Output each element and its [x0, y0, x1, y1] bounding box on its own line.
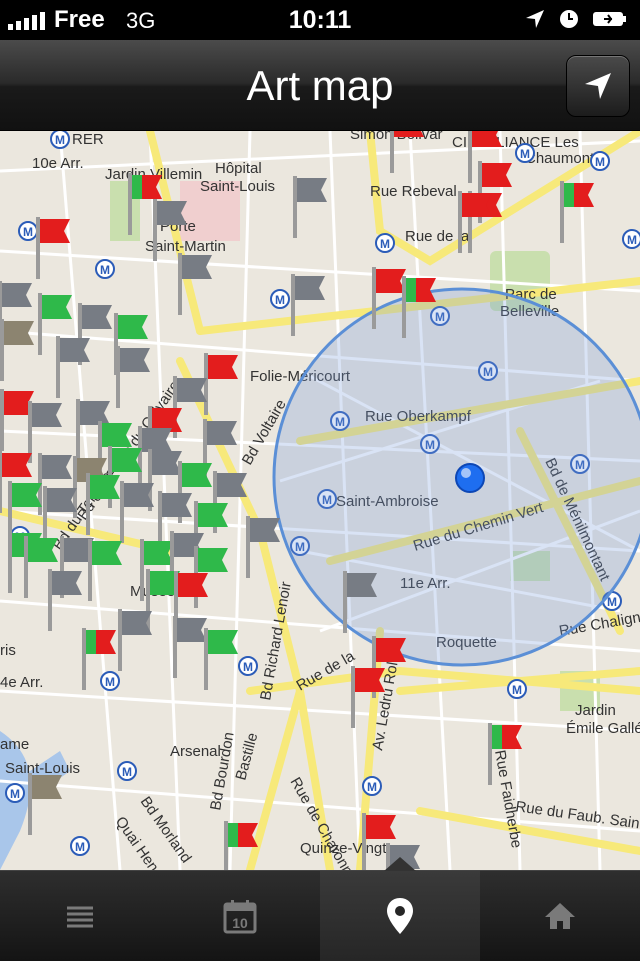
location-arrow-icon: [526, 10, 544, 28]
battery-icon: [593, 12, 626, 26]
svg-text:Rue Rebeval: Rue Rebeval: [370, 183, 457, 200]
locate-me-button[interactable]: [566, 55, 630, 117]
status-bar: Free 3G 10:11: [0, 0, 640, 40]
svg-text:RER: RER: [72, 131, 104, 148]
svg-text:Saint-Louis: Saint-Louis: [5, 760, 80, 777]
user-location-dot: [455, 463, 485, 493]
list-icon: [67, 906, 93, 928]
tab-home[interactable]: [480, 871, 640, 961]
svg-text:Quinze-Vingts: Quinze-Vingts: [300, 840, 394, 857]
svg-text:10e Arr.: 10e Arr.: [32, 155, 84, 172]
status-icons: [524, 8, 628, 30]
svg-text:4e Arr.: 4e Arr.: [0, 674, 43, 691]
svg-text:Émile Gallé: Émile Gallé: [566, 720, 640, 737]
svg-text:Saint-Martin: Saint-Martin: [145, 238, 226, 255]
navigation-bar: Art map: [0, 40, 640, 131]
svg-text:Saint-Louis: Saint-Louis: [200, 178, 275, 195]
svg-text:Hôpital: Hôpital: [215, 160, 262, 177]
svg-text:ris: ris: [0, 642, 16, 659]
active-tab-indicator: [384, 857, 416, 871]
svg-text:ame: ame: [0, 736, 29, 753]
home-icon: [545, 903, 575, 929]
calendar-icon: 10: [223, 900, 257, 934]
tab-list[interactable]: [0, 871, 160, 961]
svg-text:Jardin: Jardin: [575, 702, 616, 719]
clock-icon: [560, 10, 578, 28]
tab-bar: 10: [0, 857, 640, 961]
page-title: Art map: [246, 62, 394, 109]
location-arrow-icon: [585, 73, 611, 99]
tab-map[interactable]: [320, 857, 480, 961]
svg-text:Chaumont: Chaumont: [525, 150, 595, 167]
map-view[interactable]: M: [0, 131, 640, 870]
map-pin-icon: [387, 898, 413, 934]
svg-text:10: 10: [232, 915, 248, 931]
tab-calendar[interactable]: 10: [160, 871, 320, 961]
svg-text:Arsenal: Arsenal: [170, 743, 221, 760]
